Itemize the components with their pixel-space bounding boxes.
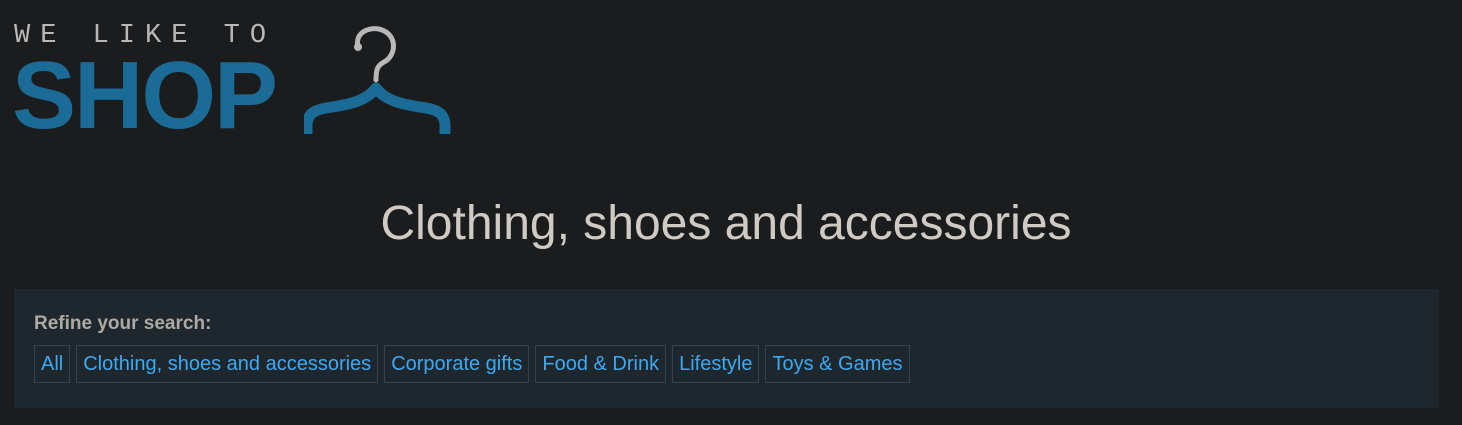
refine-search-label: Refine your search:: [34, 313, 212, 334]
category-filter-list: All Clothing, shoes and accessories Corp…: [34, 345, 910, 383]
category-link-corporate-gifts[interactable]: Corporate gifts: [384, 345, 530, 383]
page-title: Clothing, shoes and accessories: [380, 197, 1072, 250]
category-link-lifestyle[interactable]: Lifestyle: [672, 345, 760, 383]
refine-search-panel: Refine your search: All Clothing, shoes …: [14, 289, 1439, 408]
hanger-icon: [304, 26, 451, 134]
logo-wordmark: SHOP: [12, 42, 278, 149]
category-link-clothing[interactable]: Clothing, shoes and accessories: [76, 345, 379, 383]
page: WE LIKE TO SHOP Clothing, shoes and acce…: [0, 0, 1462, 425]
category-link-all[interactable]: All: [34, 345, 71, 383]
site-logo[interactable]: WE LIKE TO SHOP: [12, 18, 462, 149]
category-link-toys-games[interactable]: Toys & Games: [765, 345, 910, 383]
category-link-food-drink[interactable]: Food & Drink: [535, 345, 667, 383]
